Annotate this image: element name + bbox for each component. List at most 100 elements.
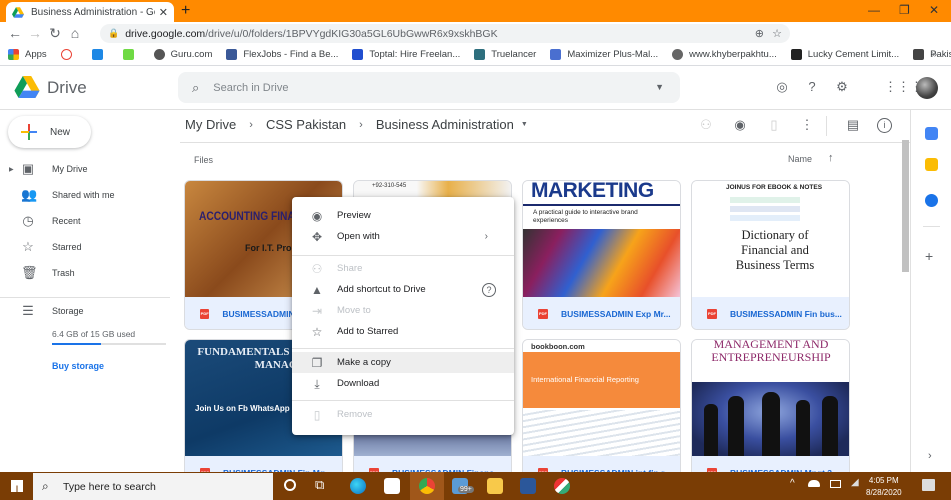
cortana-icon[interactable] bbox=[284, 479, 296, 491]
close-window-button[interactable]: ✕ bbox=[929, 3, 939, 17]
back-button[interactable]: ← bbox=[5, 25, 25, 41]
bookmark-y[interactable] bbox=[91, 49, 109, 60]
bookmark-apps[interactable]: Apps bbox=[8, 49, 47, 60]
menu-item-remove[interactable]: ▯ Remove bbox=[292, 404, 514, 425]
sort-direction-arrow-icon[interactable]: ↑ bbox=[828, 152, 834, 164]
account-avatar[interactable] bbox=[916, 77, 938, 99]
menu-item-download[interactable]: ⤓ Download bbox=[292, 373, 514, 394]
more-actions-icon[interactable]: ⋮ bbox=[798, 116, 816, 134]
expand-arrow-icon[interactable]: ▶ bbox=[9, 166, 14, 173]
battery-icon[interactable] bbox=[830, 480, 841, 488]
system-clock[interactable]: 4:05 PM 8/28/2020 bbox=[866, 475, 902, 499]
offline-status-icon[interactable]: ◎ bbox=[774, 79, 790, 95]
install-icon[interactable]: ⊕ bbox=[755, 27, 764, 40]
bookmark-maximizer[interactable]: Maximizer Plus-Mal... bbox=[550, 49, 658, 60]
sidebar-item-recent[interactable]: ◷ Recent bbox=[0, 208, 178, 234]
search-options-caret-icon[interactable]: ▼ bbox=[655, 82, 664, 92]
menu-item-open-with[interactable]: ✥ Open with › bbox=[292, 226, 514, 247]
bookmark-upwork[interactable] bbox=[122, 49, 140, 60]
menu-item-preview[interactable]: ◉ Preview bbox=[292, 205, 514, 226]
wifi-icon[interactable]: ◢ bbox=[851, 477, 859, 488]
menu-item-move-to[interactable]: ⇥ Move to bbox=[292, 300, 514, 321]
bookmark-toptal[interactable]: Toptal: Hire Freelan... bbox=[352, 49, 460, 60]
tab-close-icon[interactable]: ✕ bbox=[159, 6, 168, 19]
share-person-icon[interactable]: ⚇ bbox=[697, 116, 715, 134]
info-icon[interactable]: i bbox=[877, 118, 892, 133]
address-bar[interactable]: 🔒 drive.google.com/drive/u/0/folders/1BP… bbox=[100, 24, 790, 43]
sidebar-item-my-drive[interactable]: ▶ ▣ My Drive bbox=[0, 156, 178, 182]
tasks-icon[interactable] bbox=[925, 194, 938, 207]
sort-by-name-button[interactable]: Name bbox=[788, 154, 812, 164]
silhouette bbox=[762, 392, 780, 456]
search-input[interactable]: ⌕ Search in Drive ▼ bbox=[178, 72, 680, 103]
drive-logo-text[interactable]: Drive bbox=[47, 78, 87, 98]
bookmark-khyberpakhtunkhwa[interactable]: www.khyberpakhtu... bbox=[672, 49, 777, 60]
app-icon[interactable] bbox=[554, 478, 570, 494]
file-card[interactable]: MANAGEMENT AND ENTREPRENEURSHIP PDFBUSIM… bbox=[691, 339, 850, 489]
move-to-icon: ⇥ bbox=[311, 303, 323, 318]
bookmark-guru[interactable]: Guru.com bbox=[153, 49, 212, 60]
menu-item-add-to-starred[interactable]: ☆ Add to Starred bbox=[292, 321, 514, 342]
new-tab-button[interactable]: + bbox=[181, 2, 190, 20]
forward-button[interactable]: → bbox=[25, 25, 45, 41]
file-card[interactable]: bookboon.com International Financial Rep… bbox=[522, 339, 681, 489]
new-button[interactable]: New bbox=[8, 116, 91, 148]
bookmark-flexjobs[interactable]: FlexJobs - Find a Be... bbox=[226, 49, 338, 60]
menu-divider bbox=[292, 400, 514, 401]
show-side-panel-icon[interactable]: › bbox=[928, 450, 932, 462]
my-drive-icon: ▣ bbox=[21, 161, 35, 176]
task-view-icon[interactable]: ⧉ bbox=[315, 477, 324, 493]
upwork-icon bbox=[122, 49, 134, 60]
store-icon[interactable] bbox=[384, 478, 400, 494]
bookmark-lucky-cement[interactable]: Lucky Cement Limit... bbox=[790, 49, 899, 60]
maximize-button[interactable]: ❐ bbox=[899, 3, 910, 17]
sidebar-item-shared-with-me[interactable]: 👥 Shared with me bbox=[0, 182, 178, 208]
bookmark-face[interactable] bbox=[60, 49, 78, 60]
word-icon[interactable] bbox=[520, 478, 536, 494]
sidebar-item-starred[interactable]: ☆ Starred bbox=[0, 234, 178, 260]
browser-tab-active[interactable]: Business Administration - Googl ✕ bbox=[6, 2, 174, 22]
minimize-button[interactable]: — bbox=[868, 3, 880, 17]
thumbnail-title: Dictionary of Financial and Business Ter… bbox=[735, 228, 815, 272]
breadcrumb-my-drive[interactable]: My Drive bbox=[185, 117, 236, 132]
lr-icon bbox=[790, 49, 802, 60]
sidebar-item-trash[interactable]: 🗑 Trash bbox=[0, 260, 178, 286]
taskbar-search-input[interactable]: ⌕ Type here to search bbox=[33, 473, 273, 500]
breadcrumb-css-pakistan[interactable]: CSS Pakistan bbox=[266, 117, 346, 132]
bookmarks-overflow[interactable]: » bbox=[931, 49, 937, 60]
menu-item-make-a-copy[interactable]: ❐ Make a copy bbox=[292, 352, 514, 373]
edge-icon[interactable] bbox=[350, 478, 366, 494]
menu-item-add-shortcut[interactable]: ▲ Add shortcut to Drive ? bbox=[292, 279, 514, 300]
menu-item-share[interactable]: ⚇ Share bbox=[292, 258, 514, 279]
get-addons-plus-icon[interactable]: + bbox=[925, 248, 933, 264]
file-explorer-icon[interactable] bbox=[487, 478, 503, 494]
list-view-icon[interactable]: ▤ bbox=[844, 116, 862, 134]
google-apps-grid-icon[interactable]: ⋮⋮⋮ bbox=[884, 79, 923, 95]
keep-icon[interactable] bbox=[925, 158, 938, 171]
google-drive-logo-icon[interactable] bbox=[14, 76, 40, 98]
calendar-icon[interactable] bbox=[925, 127, 938, 140]
notifications-icon[interactable] bbox=[922, 479, 935, 491]
chrome-icon[interactable] bbox=[419, 478, 435, 494]
scrollbar-thumb[interactable] bbox=[902, 140, 909, 272]
sidebar-item-storage[interactable]: ☰ Storage bbox=[0, 298, 178, 324]
reload-button[interactable]: ↻ bbox=[45, 25, 65, 42]
bookmark-star-icon[interactable]: ☆ bbox=[772, 27, 782, 40]
clock-icon: ◷ bbox=[22, 213, 34, 228]
bookmark-truelancer[interactable]: Truelancer bbox=[474, 49, 536, 60]
remove-trash-icon[interactable]: ▯ bbox=[765, 116, 783, 134]
windows-start-icon[interactable] bbox=[11, 480, 23, 492]
settings-gear-icon[interactable]: ⚙ bbox=[834, 79, 850, 95]
file-card[interactable]: JOINUS FOR EBOOK & NOTES Dictionary of F… bbox=[691, 180, 850, 330]
breadcrumb-business-administration[interactable]: Business Administration bbox=[376, 117, 514, 132]
submenu-arrow-icon: › bbox=[484, 231, 488, 242]
help-icon[interactable]: ? bbox=[804, 79, 820, 95]
preview-eye-icon[interactable]: ◉ bbox=[731, 116, 749, 134]
onedrive-icon[interactable] bbox=[808, 480, 820, 487]
show-hidden-icons-icon[interactable]: ^ bbox=[790, 478, 795, 489]
file-card[interactable]: MARKETING A practical guide to interacti… bbox=[522, 180, 681, 330]
folder-dropdown-caret-icon[interactable]: ▼ bbox=[521, 121, 528, 128]
buy-storage-link[interactable]: Buy storage bbox=[52, 361, 104, 371]
help-icon[interactable]: ? bbox=[482, 282, 496, 297]
home-button[interactable]: ⌂ bbox=[65, 25, 85, 41]
